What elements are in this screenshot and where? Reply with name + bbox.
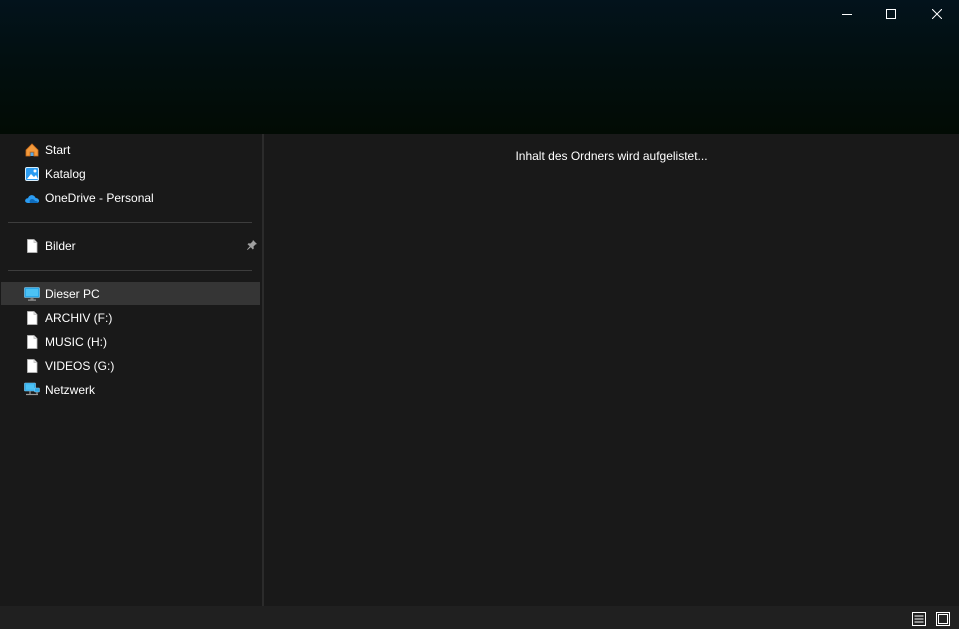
onedrive-cloud-icon (24, 190, 40, 206)
sidebar-item-label: Katalog (45, 166, 86, 181)
details-view-icon (912, 612, 926, 626)
sidebar-item-label: Start (45, 142, 71, 157)
sidebar-item-videos-drive[interactable]: VIDEOS (G:) (0, 354, 260, 377)
file-icon (24, 334, 40, 350)
sidebar-divider (8, 270, 252, 271)
large-icons-view-icon (936, 612, 950, 626)
maximize-button[interactable] (868, 0, 914, 28)
maximize-icon (886, 9, 896, 19)
gallery-icon (24, 166, 40, 182)
sidebar-item-music-drive[interactable]: MUSIC (H:) (0, 330, 260, 353)
sidebar-item-onedrive[interactable]: OneDrive - Personal (0, 186, 260, 209)
status-bar (0, 606, 959, 629)
sidebar-item-netzwerk[interactable]: Netzwerk (0, 378, 260, 401)
sidebar-item-label: Dieser PC (45, 286, 100, 301)
sidebar-item-label: ARCHIV (F:) (45, 310, 113, 325)
monitor-icon (24, 286, 40, 302)
loading-status-text: Inhalt des Ordners wird aufgelistet... (515, 149, 708, 163)
navigation-pane: Start Katalog OneDrive - Personal Bilder… (0, 134, 262, 606)
sidebar-item-label: VIDEOS (G:) (45, 358, 115, 373)
minimize-icon (842, 14, 852, 15)
sidebar-item-label: Bilder (45, 238, 76, 253)
sidebar-item-bilder[interactable]: Bilder (0, 234, 260, 257)
file-icon (24, 358, 40, 374)
details-view-button[interactable] (911, 611, 927, 627)
pin-icon[interactable] (246, 239, 258, 251)
sidebar-item-start[interactable]: Start (0, 138, 260, 161)
minimize-button[interactable] (824, 0, 870, 28)
close-button[interactable] (914, 0, 959, 28)
sidebar-item-label: MUSIC (H:) (45, 334, 107, 349)
sidebar-item-katalog[interactable]: Katalog (0, 162, 260, 185)
sidebar-divider (8, 222, 252, 223)
sidebar-item-label: OneDrive - Personal (45, 190, 154, 205)
file-icon (24, 238, 40, 254)
file-icon (24, 310, 40, 326)
sidebar-item-dieser-pc[interactable]: Dieser PC (1, 282, 260, 305)
title-bar (0, 0, 959, 134)
sidebar-item-label: Netzwerk (45, 382, 96, 397)
sidebar-item-archiv-drive[interactable]: ARCHIV (F:) (0, 306, 260, 329)
close-icon (932, 9, 942, 19)
large-icons-view-button[interactable] (935, 611, 951, 627)
file-list-area[interactable]: Inhalt des Ordners wird aufgelistet... (264, 134, 959, 606)
home-icon (24, 142, 40, 158)
network-icon (24, 382, 40, 398)
